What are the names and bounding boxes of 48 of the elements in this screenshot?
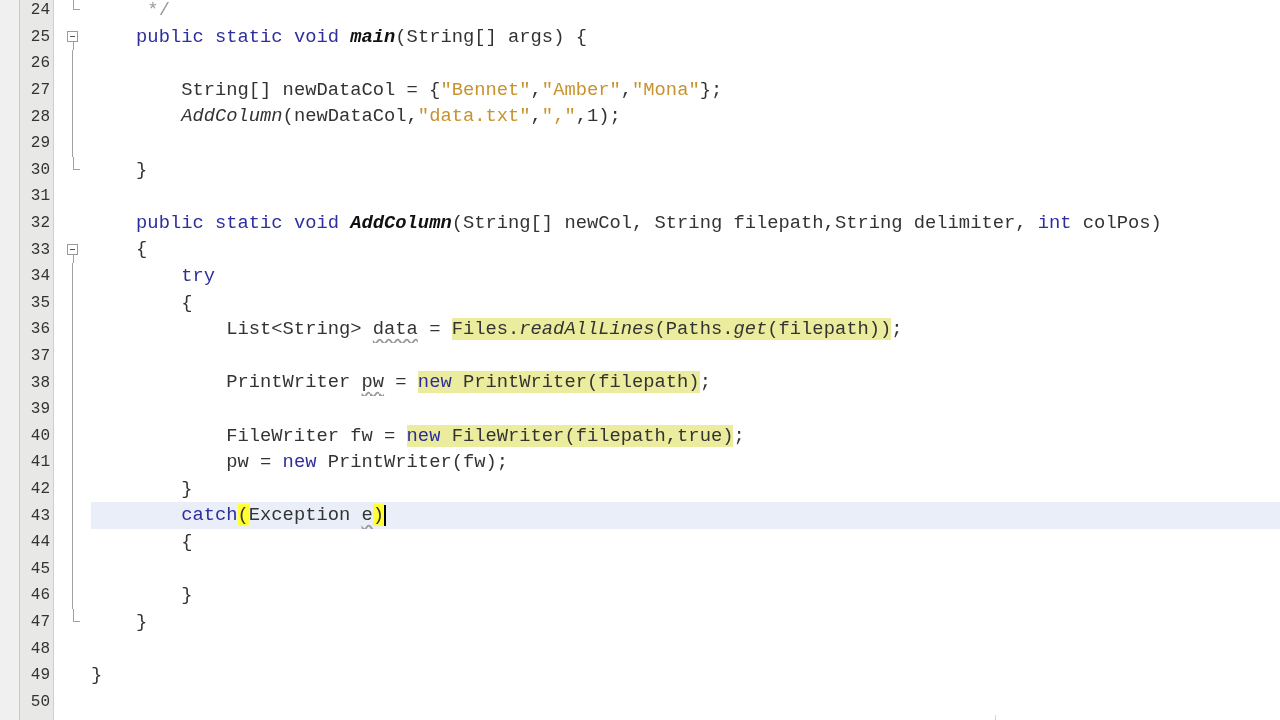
code-line: } (181, 476, 193, 502)
code-line: List<String> data = Files.readAllLines(Paths.get(filepath)); (226, 317, 903, 343)
line-number: 42 (30, 479, 50, 500)
line-number: 44 (30, 532, 50, 554)
code-line: String[] newDataCol = {"Bennet","Amber","Mona"}; (181, 77, 723, 103)
line-number: 40 (30, 425, 50, 447)
line-number: 32 (30, 213, 50, 235)
code-line: AddColumn(newDataCol,"data.txt",",",1); (181, 104, 621, 130)
code-line: try (181, 263, 215, 289)
code-line: pw = new PrintWriter(fw); (226, 450, 509, 476)
line-number: 24 (30, 0, 50, 22)
line-number: 43 (30, 505, 50, 527)
code-line: public static void AddColumn(String[] newCol, String filepath,String delimiter, int colPos) (136, 210, 1162, 236)
code-line: public static void main(String[] args) { (136, 24, 587, 50)
code-line: PrintWriter pw = new PrintWriter(filepath); (226, 370, 711, 396)
code-line: */ (147, 0, 170, 23)
line-number: 35 (30, 292, 50, 314)
line-number: 39 (30, 399, 50, 421)
code-line: { (136, 237, 148, 263)
line-number: 34 (30, 266, 50, 288)
line-number: 38 (30, 372, 50, 394)
line-number: 26 (30, 53, 50, 75)
line-number: 47 (30, 611, 50, 633)
line-number: 48 (30, 638, 50, 660)
line-number: 37 (30, 346, 50, 367)
line-number: 33 (30, 239, 50, 261)
collapse-icon[interactable] (67, 244, 78, 256)
line-number: 29 (30, 133, 50, 155)
code-line: catch(Exception e) (181, 503, 385, 529)
line-number: 36 (30, 319, 50, 341)
line-number: 46 (30, 585, 50, 607)
line-number: 28 (30, 106, 50, 128)
code-line: { (181, 529, 193, 555)
code-line: } (136, 157, 148, 183)
line-number: 27 (30, 80, 50, 102)
line-number: 30 (30, 159, 50, 181)
code-line: } (181, 583, 193, 609)
line-number: 45 (30, 558, 50, 580)
line-number: 31 (30, 186, 50, 208)
line-number: 50 (30, 691, 50, 713)
collapse-icon[interactable] (67, 31, 78, 43)
code-line: } (136, 609, 148, 635)
line-number: 49 (30, 665, 50, 687)
code-line: } (91, 662, 103, 688)
code-line: { (181, 290, 193, 316)
line-number: 25 (30, 26, 50, 48)
line-number: 41 (30, 452, 50, 474)
text-caret (384, 505, 387, 527)
